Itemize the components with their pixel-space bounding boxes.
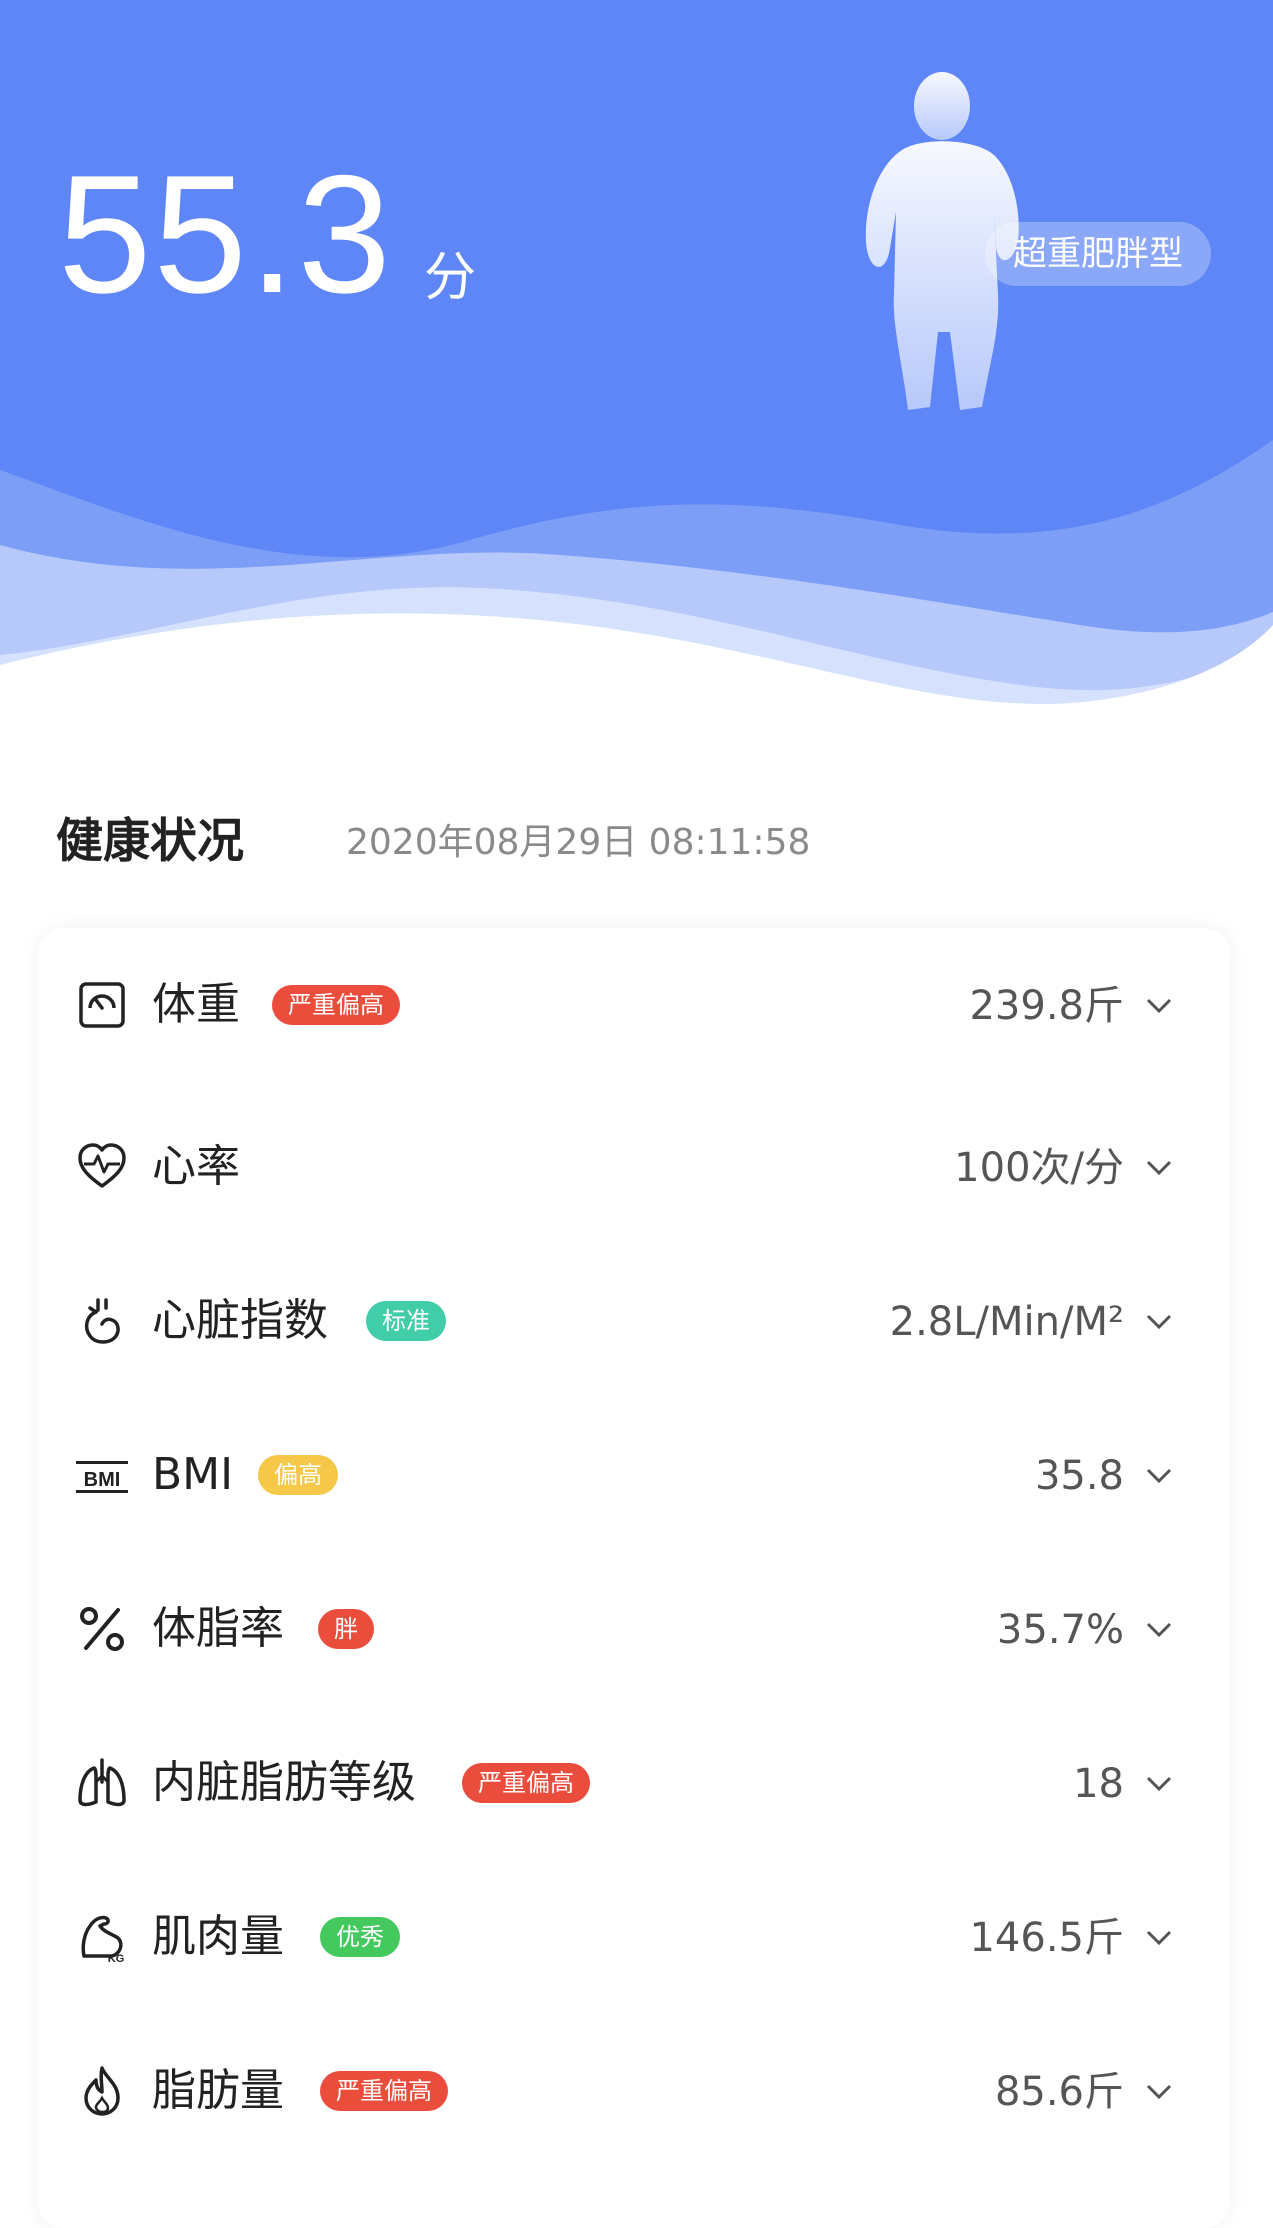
metric-row-weight[interactable]: 体重 严重偏高 239.8斤 xyxy=(38,928,1230,1082)
heart-rate-icon xyxy=(78,1143,126,1188)
status-badge: 严重偏高 xyxy=(462,1763,590,1803)
health-score: 55.3 xyxy=(58,140,393,328)
heart-organ-icon xyxy=(84,1298,120,1344)
metric-row-visceral-fat[interactable]: 内脏脂肪等级 严重偏高 18 xyxy=(38,1706,1230,1860)
metric-row-body-fat-rate[interactable]: 体脂率 胖 35.7% xyxy=(38,1552,1230,1706)
chevron-down-icon[interactable] xyxy=(1144,1618,1174,1642)
percent-icon xyxy=(80,1607,124,1651)
flame-icon xyxy=(84,2066,120,2116)
chevron-down-icon[interactable] xyxy=(1144,1156,1174,1180)
score-header: 55.3 分 超重肥胖型 xyxy=(0,0,1273,720)
status-badge: 严重偏高 xyxy=(320,2071,448,2111)
status-badge: 优秀 xyxy=(320,1917,400,1957)
metric-value: 18 xyxy=(1073,1761,1124,1807)
metric-row-fat-mass[interactable]: 脂肪量 严重偏高 85.6斤 xyxy=(38,2014,1230,2168)
muscle-icon: KG xyxy=(81,1915,125,1964)
metric-value: 239.8斤 xyxy=(969,983,1124,1029)
metric-value: 146.5斤 xyxy=(969,1915,1124,1961)
metrics-card: 体重 严重偏高 239.8斤 心率 100次/分 心脏指数 标准 2.8L/Mi… xyxy=(38,928,1230,2228)
metric-value: 2.8L/Min/M² xyxy=(889,1299,1124,1345)
chevron-down-icon[interactable] xyxy=(1144,994,1174,1018)
lungs-icon xyxy=(78,1758,126,1807)
score-unit: 分 xyxy=(424,248,477,308)
metric-label: 体脂率 xyxy=(152,1603,284,1654)
metric-row-heart-rate[interactable]: 心率 100次/分 xyxy=(38,1090,1230,1244)
chevron-down-icon[interactable] xyxy=(1144,1772,1174,1796)
header-waves xyxy=(0,440,1273,720)
metric-value: 35.8 xyxy=(1034,1453,1124,1499)
metric-label: 内脏脂肪等级 xyxy=(152,1757,416,1808)
svg-text:BMI: BMI xyxy=(84,1469,121,1491)
metric-value: 85.6斤 xyxy=(994,2069,1124,2115)
metric-value: 100次/分 xyxy=(954,1145,1124,1191)
chevron-down-icon[interactable] xyxy=(1144,1310,1174,1334)
svg-text:KG: KG xyxy=(108,1953,125,1964)
status-badge: 标准 xyxy=(366,1301,446,1341)
metric-row-cardiac-index[interactable]: 心脏指数 标准 2.8L/Min/M² xyxy=(38,1244,1230,1398)
body-type-badge: 超重肥胖型 xyxy=(985,222,1211,286)
scale-icon xyxy=(79,982,125,1028)
measurement-timestamp: 2020年08月29日 08:11:58 xyxy=(346,822,811,863)
metric-row-muscle-mass[interactable]: KG 肌肉量 优秀 146.5斤 xyxy=(38,1860,1230,2014)
status-badge: 胖 xyxy=(318,1609,374,1649)
metric-row-bmi[interactable]: BMI BMI 偏高 35.8 xyxy=(38,1398,1230,1552)
metric-label: 心脏指数 xyxy=(152,1295,328,1346)
metric-label: 脂肪量 xyxy=(152,2065,284,2116)
status-badge: 严重偏高 xyxy=(272,985,400,1025)
chevron-down-icon[interactable] xyxy=(1144,2080,1174,2104)
chevron-down-icon[interactable] xyxy=(1144,1464,1174,1488)
metric-label: BMI xyxy=(152,1449,234,1500)
metric-label: 体重 xyxy=(152,979,240,1030)
bmi-icon: BMI xyxy=(76,1461,128,1493)
metric-value: 35.7% xyxy=(996,1607,1124,1653)
section-title: 健康状况 xyxy=(56,814,244,869)
metric-label: 肌肉量 xyxy=(152,1911,284,1962)
chevron-down-icon[interactable] xyxy=(1144,1926,1174,1950)
status-badge: 偏高 xyxy=(258,1455,338,1495)
metric-label: 心率 xyxy=(152,1141,240,1192)
